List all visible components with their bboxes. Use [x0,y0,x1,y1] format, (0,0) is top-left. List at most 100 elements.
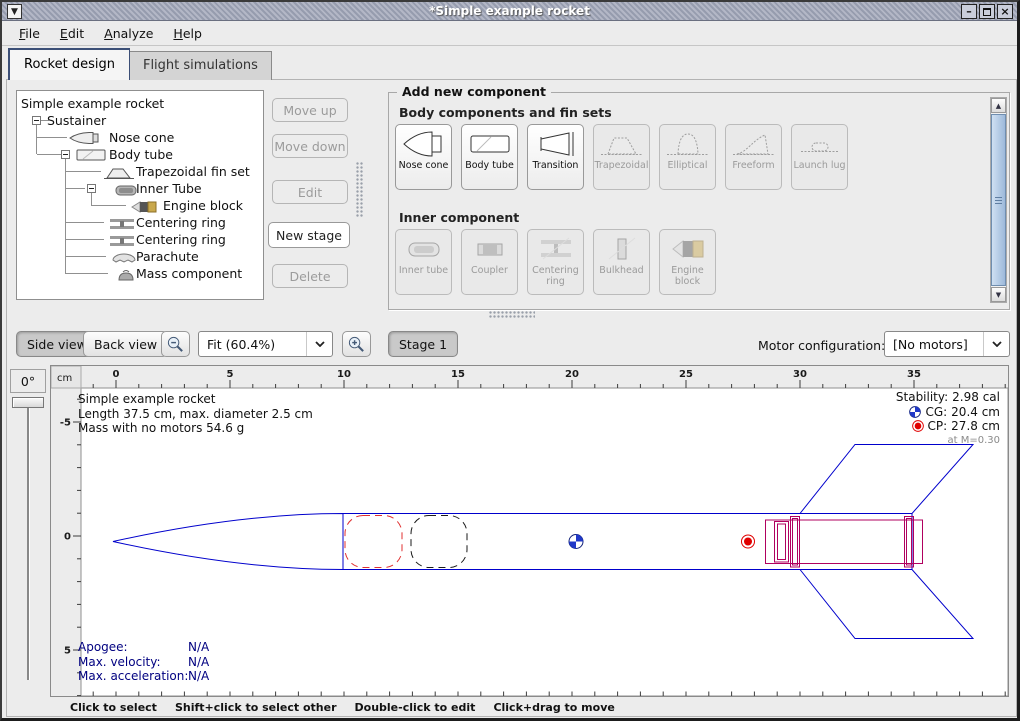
component-button-nose-cone[interactable]: Nose cone [395,124,452,190]
tree-item-rocket[interactable]: Simple example rocket [21,95,164,112]
elliptical-fin-icon [665,128,711,160]
tree-item-engine-block[interactable]: Engine block [163,197,243,214]
tree-item-mass-component[interactable]: Mass component [136,265,242,282]
trapezoidal-fin-icon [599,128,645,160]
body-components-row: Nose cone Body tube Transition Trapezoid… [395,124,848,190]
tree-line [65,188,85,189]
ruler-bottom [93,692,1005,697]
move-down-button[interactable]: Move down [272,134,348,158]
close-button[interactable]: × [997,4,1013,19]
zoom-out-button[interactable] [161,331,190,357]
cp-value: 27.8 cm [951,419,1000,434]
zoom-in-button[interactable] [342,331,371,357]
menu-analyze[interactable]: Analyze [95,23,162,44]
component-button-engine-block[interactable]: Engine block [659,229,716,295]
svg-text:-5: -5 [60,418,71,429]
stage-1-toggle[interactable]: Stage 1 [388,331,458,357]
expander-body-tube[interactable] [61,150,70,159]
ruler-unit-label: cm [57,373,72,384]
component-button-launch-lug[interactable]: Launch lug [791,124,848,190]
component-panel-scrollbar[interactable]: ▲ ▼ [990,97,1007,303]
tree-item-centering-ring-1[interactable]: Centering ring [136,214,226,231]
component-button-body-tube[interactable]: Body tube [461,124,518,190]
tab-flight-simulations[interactable]: Flight simulations [129,51,272,80]
component-button-inner-tube[interactable]: Inner tube [395,229,452,295]
rotation-angle-display[interactable]: 0° [10,369,46,393]
back-view-button[interactable]: Back view [83,331,168,357]
rocket-dimensions-line: Length 37.5 cm, max. diameter 2.5 cm [78,407,313,422]
window-icon-glyph: ▼ [11,7,18,17]
rocket-view-canvas[interactable]: cm 05101520253035 -505 [50,365,1009,697]
apogee-value: N/A [188,640,209,655]
scroll-up-button[interactable]: ▲ [991,98,1006,113]
menu-edit[interactable]: Edit [51,23,93,44]
svg-text:5: 5 [227,369,234,380]
max-acceleration-value: N/A [188,669,209,684]
rotation-slider-handle[interactable] [12,397,44,408]
menu-help[interactable]: Help [164,23,211,44]
chevron-down-icon [983,332,1009,356]
inner-tube-icon [401,233,447,265]
svg-text:30: 30 [793,369,807,380]
inner-components-row: Inner tube Coupler Centering ring Bulkhe… [395,229,716,295]
centering-ring-icon [106,234,138,248]
scroll-down-button[interactable]: ▼ [991,287,1006,302]
motor-configuration-combo[interactable]: [No motors] [884,331,1010,357]
trapezoidal-fin-icon [103,166,135,180]
tree-line [91,192,92,205]
component-button-transition[interactable]: Transition [527,124,584,190]
component-button-freeform[interactable]: Freeform [725,124,782,190]
engine-block-icon [128,200,160,214]
zoom-level-combo[interactable]: Fit (60.4%) [198,331,333,357]
mach-note: at M=0.30 [896,434,1000,449]
transition-icon [533,128,579,160]
add-component-group: Add new component Body components and fi… [388,92,1010,310]
tab-rocket-design[interactable]: Rocket design [8,48,130,80]
tree-item-sustainer[interactable]: Sustainer [47,112,106,129]
minimize-button[interactable]: – [961,4,977,19]
tree-item-centering-ring-2[interactable]: Centering ring [136,231,226,248]
component-button-label: Coupler [471,266,508,277]
component-button-centering-ring[interactable]: Centering ring [527,229,584,295]
tree-item-body-tube[interactable]: Body tube [109,146,173,163]
apogee-label: Apogee: [78,640,188,655]
rocket-name-line: Simple example rocket [78,392,313,407]
horizontal-splitter-handle[interactable] [489,311,535,319]
motor-configuration-value: [No motors] [885,337,983,352]
title-bar[interactable]: ▼ *Simple example rocket – × [2,2,1017,21]
component-button-label: Launch lug [793,161,845,172]
tab-bar: Rocket design Flight simulations [8,47,271,80]
flight-info: Apogee:N/A Max. velocity:N/A Max. accele… [78,640,209,684]
vertical-splitter-handle[interactable] [356,162,364,217]
inner-component-label: Inner component [399,210,519,225]
component-button-label: Transition [533,161,579,172]
component-button-elliptical[interactable]: Elliptical [659,124,716,190]
bulkhead-icon [599,233,645,265]
tree-item-parachute[interactable]: Parachute [136,248,199,265]
tree-item-trapezoidal-fin-set[interactable]: Trapezoidal fin set [136,163,250,180]
tree-item-nose-cone[interactable]: Nose cone [109,129,174,146]
max-velocity-label: Max. velocity: [78,655,188,670]
component-button-coupler[interactable]: Coupler [461,229,518,295]
tree-item-inner-tube[interactable]: Inner Tube [136,180,202,197]
menu-bar: File Edit Analyze Help [2,21,1017,46]
maximize-button[interactable] [979,4,995,19]
expander-inner-tube[interactable] [87,184,96,193]
cg-marker[interactable] [569,535,583,549]
expander-sustainer[interactable] [32,116,41,125]
component-button-label: Freeform [732,161,774,172]
zoom-out-icon [166,335,185,354]
delete-button[interactable]: Delete [272,264,348,288]
component-button-label: Trapezoidal [595,161,649,172]
menu-file[interactable]: File [10,23,49,44]
tree-line [65,222,104,223]
component-tree[interactable]: Simple example rocket Sustainer Nose con… [16,90,264,300]
edit-button[interactable]: Edit [272,180,348,204]
move-up-button[interactable]: Move up [272,98,348,122]
component-button-bulkhead[interactable]: Bulkhead [593,229,650,295]
new-stage-button[interactable]: New stage [268,222,350,248]
tree-line [37,137,67,138]
component-button-trapezoidal[interactable]: Trapezoidal [593,124,650,190]
zoom-in-icon [347,335,366,354]
scrollbar-thumb[interactable] [991,114,1006,286]
